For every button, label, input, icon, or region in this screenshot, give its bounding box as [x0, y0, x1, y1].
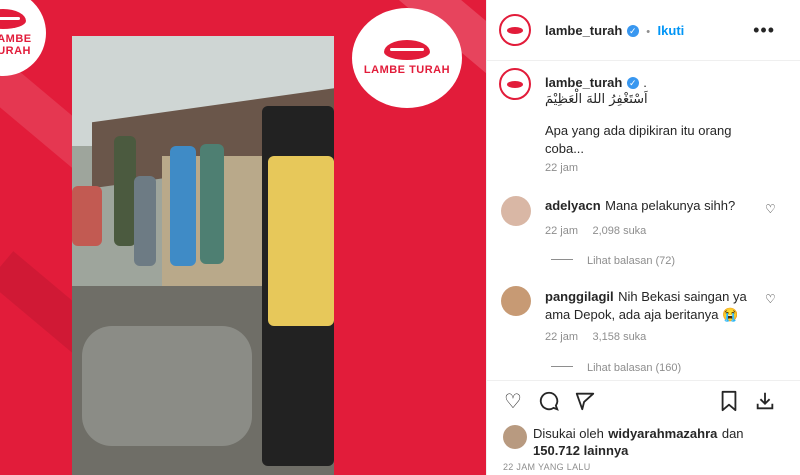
caption-username[interactable]: lambe_turah: [545, 75, 622, 90]
replies-line: [551, 259, 573, 261]
caption-avatar[interactable]: [499, 68, 531, 100]
comment-text: Mana pelakunya sihh?: [605, 198, 736, 213]
lips-icon: [0, 9, 26, 29]
profile-avatar[interactable]: [499, 14, 531, 46]
comment-username[interactable]: panggilagil: [545, 289, 614, 304]
more-horizontal-icon[interactable]: •••: [753, 20, 775, 41]
video-person: [134, 176, 156, 266]
comment-likes[interactable]: 2,098 suka: [592, 225, 646, 237]
lips-icon: [507, 80, 523, 88]
comment-likes[interactable]: 3,158 suka: [592, 331, 646, 343]
header-user: lambe_turah ✓ • Ikuti: [545, 22, 684, 40]
logo-text: LAMBE TURAH: [363, 64, 451, 76]
comment-avatar[interactable]: [501, 196, 531, 226]
view-replies-label[interactable]: Lihat balasan (160): [587, 362, 681, 374]
replies-line: [551, 366, 573, 368]
likes-user[interactable]: widyarahmazahra: [608, 426, 717, 441]
video-person: [200, 144, 224, 264]
lips-icon: [507, 26, 523, 34]
verified-badge-icon: ✓: [626, 24, 639, 37]
post-media[interactable]: LAMBE TURAH LAMBE TURAH: [0, 0, 486, 475]
caption-time[interactable]: 22 jam: [545, 162, 578, 174]
video-person: [72, 186, 102, 246]
comment-meta: 22 jam 3,158 suka: [545, 327, 646, 345]
caption-arabic: اَسْتَغْفِرُ اللهَ الْعَظِيْمَ: [545, 92, 648, 107]
video-person-shirt: [268, 156, 334, 326]
verified-badge-icon: ✓: [626, 76, 639, 89]
caption-text: Apa yang ada dipikiran itu orang coba...: [545, 123, 732, 156]
post-sidebar: lambe_turah ✓ • Ikuti ••• lambe_turah ✓ …: [486, 0, 800, 475]
comment-meta: 22 jam 2,098 suka: [545, 221, 646, 239]
follow-button[interactable]: Ikuti: [658, 23, 685, 38]
view-replies[interactable]: Lihat balasan (160): [551, 358, 681, 376]
comment-username[interactable]: adelyacn: [545, 198, 601, 213]
comment-bubble-icon[interactable]: [537, 389, 561, 413]
brand-logo-left: LAMBE TURAH: [0, 0, 46, 76]
comment-heart-icon[interactable]: ♡: [765, 292, 776, 306]
view-replies[interactable]: Lihat balasan (72): [551, 251, 675, 269]
liker-avatar[interactable]: [503, 425, 527, 449]
like-heart-icon[interactable]: ♡: [501, 389, 525, 413]
video-person: [170, 146, 196, 266]
likes-summary: Disukai oleh widyarahmazahra dan 150.712…: [533, 425, 793, 459]
action-bar: ♡: [487, 380, 800, 419]
brand-logo-right: LAMBE TURAH: [352, 8, 462, 108]
comment-body: adelyacn Mana pelakunya sihh?: [545, 197, 755, 215]
video-person: [114, 136, 136, 246]
likes-count[interactable]: 150.712 lainnya: [533, 443, 628, 458]
comment-heart-icon[interactable]: ♡: [765, 202, 776, 216]
comment-avatar[interactable]: [501, 286, 531, 316]
share-send-icon[interactable]: [573, 389, 597, 413]
video-frame[interactable]: [72, 36, 334, 475]
post-timestamp[interactable]: 22 JAM YANG LALU: [503, 462, 591, 472]
lips-icon: [384, 40, 430, 60]
likes-prefix: Disukai oleh: [533, 426, 604, 441]
caption-suffix: .: [643, 75, 647, 90]
header-separator: •: [646, 26, 651, 38]
caption-user: lambe_turah ✓ .: [545, 74, 647, 92]
comment-time[interactable]: 22 jam: [545, 331, 578, 343]
comment-body: panggilagil Nih Bekasi saingan ya ama De…: [545, 288, 755, 324]
comment-time[interactable]: 22 jam: [545, 225, 578, 237]
download-icon[interactable]: [753, 389, 777, 413]
bookmark-icon[interactable]: [717, 389, 741, 413]
video-puddle: [82, 326, 252, 446]
view-replies-label[interactable]: Lihat balasan (72): [587, 255, 675, 267]
likes-conj: dan: [721, 426, 744, 441]
post-header: lambe_turah ✓ • Ikuti •••: [487, 0, 800, 61]
logo-text: LAMBE TURAH: [0, 33, 32, 57]
header-username[interactable]: lambe_turah: [545, 23, 622, 38]
